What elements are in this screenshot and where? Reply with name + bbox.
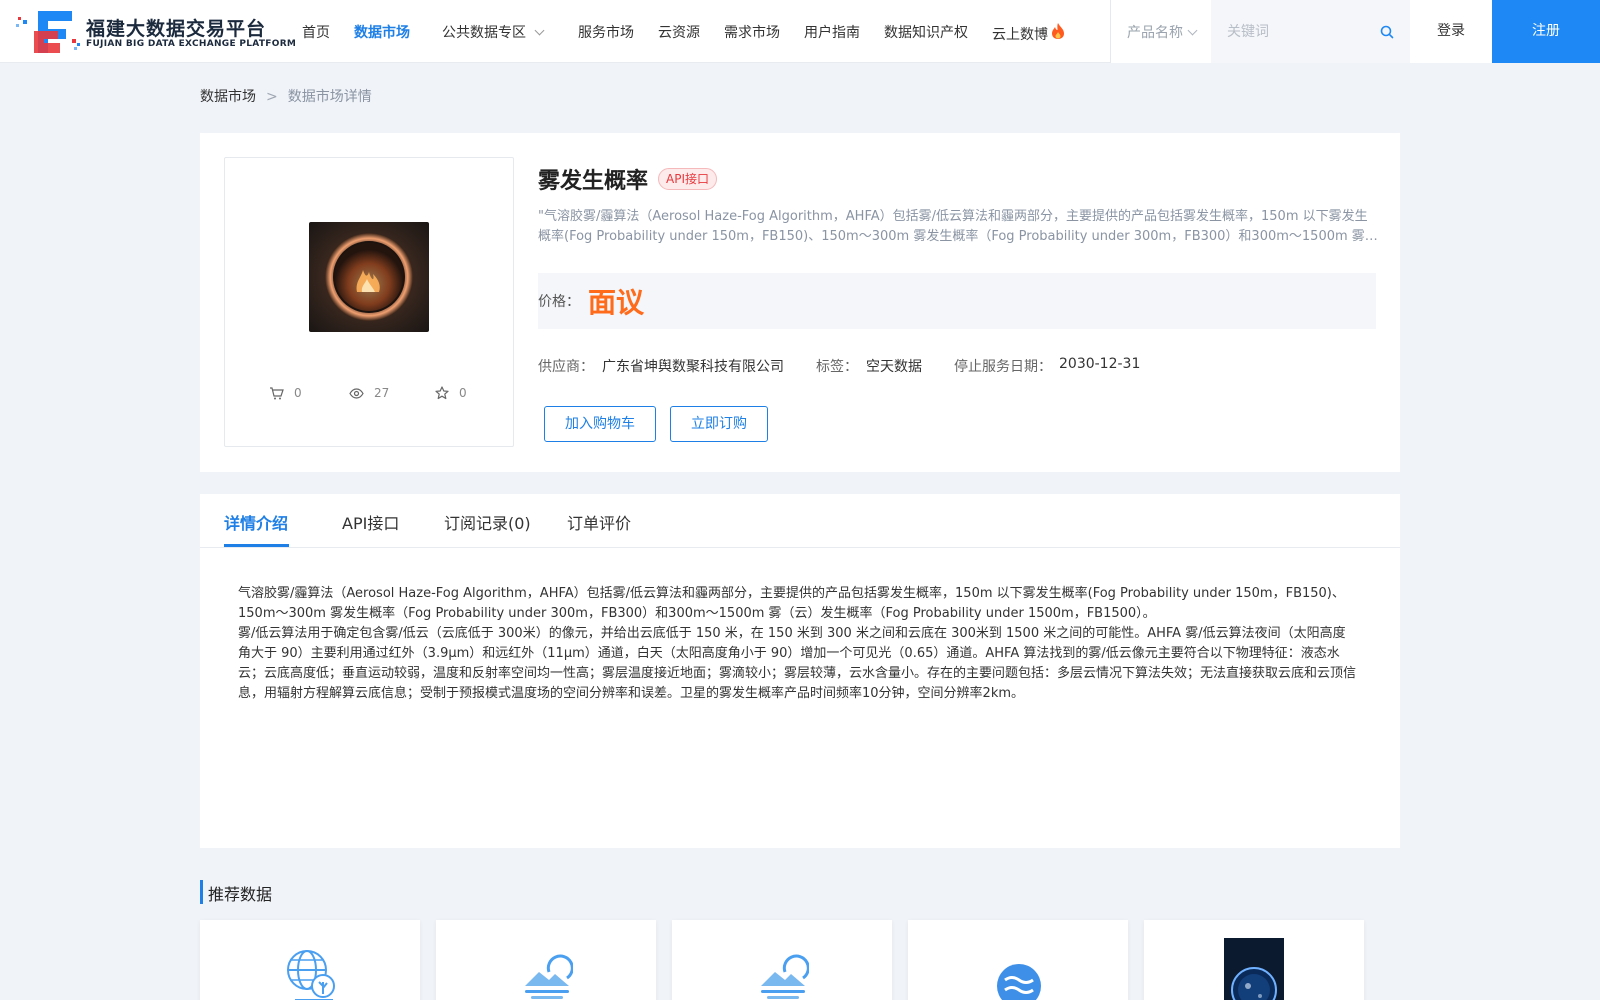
nav-public-data[interactable]: 公共数据专区 (442, 22, 545, 42)
detail-panel: 详情介绍 API接口 订阅记录(0) 订单评价 气溶胶雾/霾算法（Aerosol… (200, 494, 1400, 848)
product-thumbnail-image (309, 222, 429, 332)
supplier-name[interactable]: 广东省坤舆数聚科技有限公司 (602, 356, 784, 376)
favorite-count: 0 (459, 386, 467, 400)
end-date-value: 2030-12-31 (1059, 356, 1141, 372)
earth-photo-icon (1224, 938, 1284, 1000)
eye-icon (349, 387, 364, 399)
tab-details[interactable]: 详情介绍 (224, 510, 288, 534)
search-icon[interactable] (1380, 25, 1394, 39)
nav-data-market[interactable]: 数据市场 (354, 22, 410, 42)
nav-cloud-expo[interactable]: 云上数博 (992, 22, 1065, 44)
tab-subscription-records[interactable]: 订阅记录(0) (444, 510, 531, 534)
detail-paragraph-2: 雾/低云算法用于确定包含雾/低云（云底低于 300米）的像元，并给出云底低于 1… (238, 626, 1357, 701)
price-box: 价格： 面议 (538, 273, 1376, 329)
nav-data-ip[interactable]: 数据知识产权 (884, 22, 968, 42)
product-summary-panel: 0 27 0 雾发生概率 API接口 "气溶胶雾/霾算法（Aerosol Haz… (200, 133, 1400, 472)
search-bar: 产品名称 (1110, 0, 1411, 63)
platform-logo[interactable]: 福建大数据交易平台 FUJIAN BIG DATA EXCHANGE PLATF… (16, 9, 296, 55)
chevron-down-icon (534, 25, 545, 36)
nav-home[interactable]: 首页 (302, 22, 330, 42)
detail-tabs: 详情介绍 API接口 订阅记录(0) 订单评价 (200, 494, 1400, 548)
sun-mountain-icon (525, 954, 573, 999)
breadcrumb-separator: > (266, 89, 278, 105)
nav-demand-market[interactable]: 需求市场 (724, 22, 780, 42)
cart-count: 0 (294, 386, 302, 400)
wave-circle-icon (997, 964, 1041, 1000)
tag-value[interactable]: 空天数据 (866, 356, 922, 376)
nav-service-market[interactable]: 服务市场 (578, 22, 634, 42)
product-title: 雾发生概率 (538, 169, 649, 194)
recommend-card[interactable] (436, 920, 656, 1000)
recommend-card[interactable] (908, 920, 1128, 1000)
nav-cloud-expo-label: 云上数博 (992, 27, 1048, 43)
product-image-card: 0 27 0 (224, 157, 514, 447)
supplier-label: 供应商： (538, 359, 594, 375)
price-label: 价格： (538, 294, 580, 310)
tab-api[interactable]: API接口 (342, 510, 399, 534)
nav-cloud-resources[interactable]: 云资源 (658, 22, 700, 42)
recommend-card[interactable] (1144, 920, 1364, 1000)
view-count: 27 (374, 386, 390, 400)
tag-label: 标签： (816, 359, 858, 375)
view-count-stat: 27 (349, 386, 389, 400)
breadcrumb-current: 数据市场详情 (287, 89, 372, 105)
breadcrumb: 数据市场 > 数据市场详情 (200, 86, 372, 106)
product-stats: 0 27 0 (225, 386, 515, 406)
recommend-card[interactable] (200, 920, 420, 1000)
search-type-value: 产品名称 (1127, 25, 1183, 41)
register-button[interactable]: 注册 (1492, 0, 1600, 63)
logo-subtitle: FUJIAN BIG DATA EXCHANGE PLATFORM (86, 39, 297, 49)
api-badge: API接口 (658, 168, 717, 190)
cart-count-stat: 0 (269, 386, 302, 400)
fire-icon (1052, 23, 1064, 39)
favorite-count-stat: 0 (435, 386, 467, 400)
logo-mark-icon (16, 11, 80, 53)
chevron-down-icon (1187, 25, 1198, 36)
search-type-select[interactable]: 产品名称 (1127, 22, 1198, 42)
detail-content: 气溶胶雾/霾算法（Aerosol Haze-Fog Algorithm，AHFA… (238, 584, 1358, 704)
breadcrumb-data-market[interactable]: 数据市场 (200, 89, 256, 105)
nav-user-guide[interactable]: 用户指南 (804, 22, 860, 42)
cart-icon (270, 386, 284, 399)
login-button[interactable]: 登录 (1410, 0, 1492, 63)
detail-paragraph-1: 气溶胶雾/霾算法（Aerosol Haze-Fog Algorithm，AHFA… (238, 586, 1345, 621)
globe-plant-icon (287, 950, 335, 1000)
star-icon (435, 386, 449, 400)
sun-mountain-icon (761, 954, 809, 999)
logo-title: 福建大数据交易平台 (86, 18, 267, 40)
recommend-title: 推荐数据 (208, 885, 273, 904)
heading-accent-bar (200, 880, 203, 904)
subscribe-now-button[interactable]: 立即订购 (670, 406, 768, 442)
tab-order-reviews[interactable]: 订单评价 (567, 510, 631, 534)
end-date-label: 停止服务日期： (954, 359, 1052, 375)
nav-public-data-label: 公共数据专区 (442, 25, 526, 41)
active-tab-indicator (224, 544, 289, 547)
price-value: 面议 (588, 286, 645, 319)
recommend-card[interactable] (672, 920, 892, 1000)
product-description: "气溶胶雾/霾算法（Aerosol Haze-Fog Algorithm，AHF… (538, 209, 1368, 244)
product-meta: 供应商： 广东省坤舆数聚科技有限公司 标签： 空天数据 停止服务日期： 2030… (538, 356, 1378, 378)
top-header: 福建大数据交易平台 FUJIAN BIG DATA EXCHANGE PLATF… (0, 0, 1600, 63)
add-to-cart-button[interactable]: 加入购物车 (544, 406, 656, 442)
